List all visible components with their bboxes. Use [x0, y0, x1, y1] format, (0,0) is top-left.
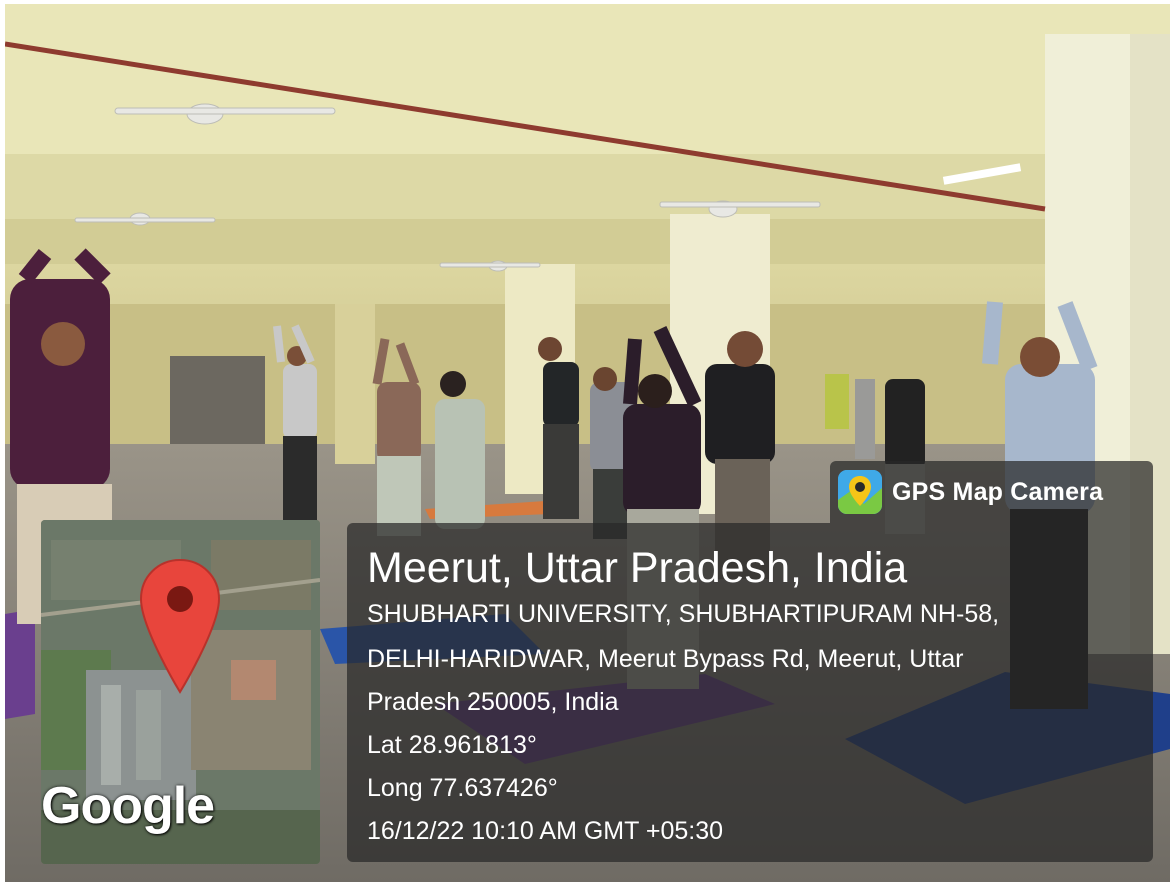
longitude-text: Long 77.637426° — [367, 774, 558, 802]
address-line-2: DELHI-HARIDWAR, Meerut Bypass Rd, Meerut… — [367, 645, 964, 673]
map-pin-icon — [139, 558, 221, 694]
datetime-text: 16/12/22 10:10 AM GMT +05:30 — [367, 817, 724, 845]
latitude-text: Lat 28.961813° — [367, 731, 537, 759]
badge-title: GPS Map Camera — [892, 477, 1104, 506]
gps-map-camera-app-icon — [838, 470, 882, 514]
address-line-1: SHUBHARTI UNIVERSITY, SHUBHARTIPURAM NH-… — [367, 600, 1000, 628]
gps-map-camera-badge: GPS Map Camera — [830, 461, 1153, 523]
location-info-panel: Meerut, Uttar Pradesh, India SHUBHARTI U… — [347, 523, 1153, 862]
address-line-3: Pradesh 250005, India — [367, 688, 619, 716]
google-logo: Google — [41, 777, 215, 835]
yoga-session-photo: Google GPS Map Camera Meerut, Uttar Prad… — [5, 4, 1170, 882]
satellite-map-thumbnail: Google — [41, 520, 320, 864]
location-title: Meerut, Uttar Pradesh, India — [367, 544, 908, 592]
